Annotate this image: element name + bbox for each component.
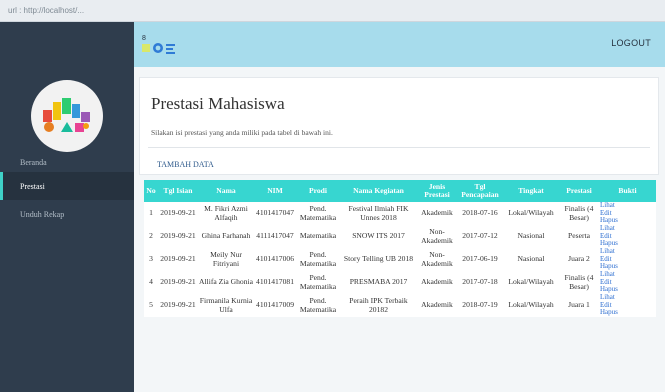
cell-tgl-isian: 2019-09-21: [158, 271, 198, 294]
cell-tingkat: Nasional: [503, 225, 559, 248]
sidebar-item-prestasi[interactable]: Prestasi: [0, 172, 134, 200]
table-row: 3 2019-09-21 Meily Nur Fitriyani 4101417…: [144, 248, 656, 271]
table-row: 4 2019-09-21 Allifa Zia Ghonia 410141708…: [144, 271, 656, 294]
cell-tingkat: Nasional: [503, 248, 559, 271]
sidebar-item-unduh-rekap[interactable]: Unduh Rekap: [0, 200, 134, 228]
cell-tgl-isian: 2019-09-21: [158, 225, 198, 248]
header-tgl-pencapaian: Tgl Pencapaian: [461, 182, 499, 199]
cell-tgl-isian: 2019-09-21: [158, 248, 198, 271]
cell-tgl-isian: 2019-09-21: [158, 202, 198, 225]
cell-prestasi: Peserta: [559, 225, 599, 248]
cell-no: 1: [144, 202, 158, 225]
cell-prestasi: Juara 1: [559, 294, 599, 317]
cell-jenis-prestasi: Akademik: [417, 271, 457, 294]
cell-nama: Meily Nur Fitriyani: [198, 248, 254, 271]
cell-tingkat: Lokal/Wilayah: [503, 294, 559, 317]
table-row: 5 2019-09-21 Firmanila Kurnia Ulfa 41014…: [144, 294, 656, 317]
table-row: 1 2019-09-21 M. Fikri Azmi Alfaqih 41014…: [144, 202, 656, 225]
cell-nama: Ghina Farhanah: [198, 225, 254, 248]
header-tingkat: Tingkat: [518, 186, 544, 195]
svg-text:8: 8: [142, 35, 146, 42]
cell-jenis-prestasi: Akademik: [417, 294, 457, 317]
cell-tgl-pencapaian: 2017-07-12: [457, 225, 503, 248]
avatar: [31, 80, 103, 152]
cell-nama: Allifa Zia Ghonia: [198, 271, 254, 294]
sidebar: Beranda Prestasi Unduh Rekap: [0, 22, 134, 392]
header-tgl-isian: Tgl Isian: [163, 186, 193, 195]
delete-link[interactable]: Hapus: [600, 309, 655, 317]
achievements-table: No Tgl Isian Nama NIM Prodi Nama Kegiata…: [144, 180, 656, 317]
header-jenis-prestasi: Jenis Prestasi: [424, 182, 450, 199]
cell-nama: Firmanila Kurnia Ulfa: [198, 294, 254, 317]
cell-prodi: Pend. Matematika: [296, 248, 340, 271]
cell-prestasi: Finalis (4 Besar): [559, 271, 599, 294]
cell-nama-kegiatan: Festival Ilmiah FIK Unnes 2018: [340, 202, 417, 225]
header-nama-kegiatan: Nama Kegiatan: [353, 186, 404, 195]
header-nama: Nama: [216, 186, 236, 195]
logout-button[interactable]: LOGOUT: [611, 38, 651, 48]
cell-nim: 4101417009: [254, 294, 296, 317]
page-title: Prestasi Mahasiswa: [151, 94, 285, 113]
header-no: No: [146, 186, 156, 195]
cell-tgl-pencapaian: 2017-06-19: [457, 248, 503, 271]
cell-prodi: Pend. Matematika: [296, 271, 340, 294]
cell-tgl-pencapaian: 2018-07-16: [457, 202, 503, 225]
cell-nim: 4101417006: [254, 248, 296, 271]
cell-nama-kegiatan: Peraih IPK Terbaik 20182: [340, 294, 417, 317]
cell-jenis-prestasi: Non-Akademik: [417, 225, 457, 248]
page-subtitle: Silakan isi prestasi yang anda miliki pa…: [151, 128, 333, 137]
cell-prestasi: Juara 2: [559, 248, 599, 271]
cell-nama-kegiatan: PRESMABA 2017: [340, 271, 417, 294]
cell-tgl-isian: 2019-09-21: [158, 294, 198, 317]
cell-tgl-pencapaian: 2018-07-19: [457, 294, 503, 317]
header-prodi: Prodi: [308, 186, 327, 195]
logo-icon: 8: [142, 32, 182, 56]
cell-prestasi: Finalis (4 Besar): [559, 202, 599, 225]
cell-nim: 4101417081: [254, 271, 296, 294]
table-row: 2 2019-09-21 Ghina Farhanah 4111417047 M…: [144, 225, 656, 248]
cell-prodi: Pend. Matematika: [296, 294, 340, 317]
cell-jenis-prestasi: Akademik: [417, 202, 457, 225]
top-bar: 8 LOGOUT: [134, 22, 665, 67]
header-nim: NIM: [267, 186, 283, 195]
cell-tgl-pencapaian: 2017-07-18: [457, 271, 503, 294]
header-prestasi: Prestasi: [566, 186, 592, 195]
cell-bukti: Lihat Edit Hapus: [599, 248, 656, 271]
browser-url-bar[interactable]: url : http://localhost/...: [0, 0, 665, 22]
cell-bukti: Lihat Edit Hapus: [599, 271, 656, 294]
cell-no: 5: [144, 294, 158, 317]
header-bukti: Bukti: [618, 186, 637, 195]
main-content: Prestasi Mahasiswa Silakan isi prestasi …: [134, 67, 665, 392]
cell-tingkat: Lokal/Wilayah: [503, 271, 559, 294]
header-card: Prestasi Mahasiswa Silakan isi prestasi …: [139, 77, 659, 175]
cell-no: 2: [144, 225, 158, 248]
cell-bukti: Lihat Edit Hapus: [599, 225, 656, 248]
cell-jenis-prestasi: Non-Akademik: [417, 248, 457, 271]
cell-nama-kegiatan: Story Telling UB 2018: [340, 248, 417, 271]
cell-no: 4: [144, 271, 158, 294]
divider: [148, 147, 650, 148]
cell-nim: 4111417047: [254, 225, 296, 248]
table-header-row: No Tgl Isian Nama NIM Prodi Nama Kegiata…: [144, 180, 656, 202]
cell-prodi: Pend. Matematika: [296, 202, 340, 225]
cell-nama: M. Fikri Azmi Alfaqih: [198, 202, 254, 225]
cell-no: 3: [144, 248, 158, 271]
cell-tingkat: Lokal/Wilayah: [503, 202, 559, 225]
cell-nim: 4101417047: [254, 202, 296, 225]
cell-bukti: Lihat Edit Hapus: [599, 294, 656, 317]
add-data-button[interactable]: TAMBAH DATA: [157, 160, 214, 169]
cell-bukti: Lihat Edit Hapus: [599, 202, 656, 225]
cell-prodi: Matematika: [296, 225, 340, 248]
cell-nama-kegiatan: SNOW ITS 2017: [340, 225, 417, 248]
